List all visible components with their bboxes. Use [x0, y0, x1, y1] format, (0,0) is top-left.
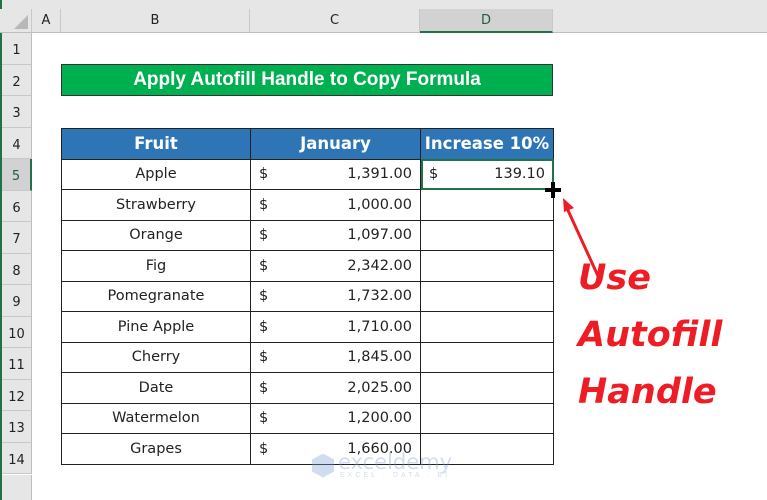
table-row: Apple $1,391.00 $139.10 [61, 158, 554, 190]
column-header-d[interactable]: D [420, 9, 553, 33]
increase-cell[interactable] [420, 372, 554, 404]
january-cell[interactable]: $1,000.00 [250, 189, 421, 221]
watermark-name: exceldemy [338, 450, 453, 474]
january-value: 1,000.00 [347, 196, 412, 213]
january-value: 1,200.00 [347, 410, 412, 427]
arrow-head [563, 198, 574, 212]
increase-cell[interactable] [420, 250, 554, 282]
january-value: 1,710.00 [347, 318, 412, 335]
row-header-8[interactable]: 8 [2, 253, 32, 285]
column-header-blank [553, 9, 767, 33]
january-cell[interactable]: $1,391.00 [250, 158, 421, 190]
currency-symbol: $ [259, 379, 269, 396]
row-header-9[interactable]: 9 [2, 285, 32, 317]
january-cell[interactable]: $2,342.00 [250, 250, 421, 282]
currency-symbol: $ [259, 440, 269, 457]
increase-cell[interactable] [420, 341, 554, 373]
table-row: Fig $2,342.00 [61, 250, 554, 282]
increase-cell[interactable] [420, 280, 554, 312]
column-header-c[interactable]: C [250, 9, 420, 33]
row-header-filler [2, 475, 32, 500]
row-header-5[interactable]: 5 [2, 159, 32, 191]
annotation-line: Use [578, 258, 651, 298]
autofill-handle[interactable] [545, 182, 561, 198]
fruit-cell[interactable]: Apple [61, 158, 251, 190]
row-header-14[interactable]: 14 [2, 442, 32, 474]
toolbar-strip [0, 0, 767, 9]
fruit-table: Fruit January Increase 10% Apple $1,391.0… [61, 128, 554, 465]
header-january[interactable]: January [250, 128, 421, 160]
row-header-10[interactable]: 10 [2, 316, 32, 348]
selected-cell-d5[interactable]: $139.10 [420, 158, 554, 190]
table-row: Pine Apple $1,710.00 [61, 311, 554, 343]
currency-symbol: $ [259, 257, 269, 274]
fruit-cell[interactable]: Grapes [61, 433, 251, 465]
currency-symbol: $ [259, 410, 269, 427]
row-header-7[interactable]: 7 [2, 222, 32, 254]
fruit-cell[interactable]: Pine Apple [61, 311, 251, 343]
fruit-cell[interactable]: Watermelon [61, 402, 251, 434]
currency-symbol: $ [259, 166, 269, 183]
table-header-row: Fruit January Increase 10% [61, 128, 554, 160]
row-header-12[interactable]: 12 [2, 379, 32, 411]
currency-symbol: $ [259, 288, 269, 305]
january-value: 1,391.00 [347, 166, 412, 183]
annotation-line: Handle [578, 372, 717, 412]
row-header-3[interactable]: 3 [2, 96, 32, 128]
table-row: Strawberry $1,000.00 [61, 189, 554, 221]
increase-cell[interactable] [420, 311, 554, 343]
increase-value: 139.10 [494, 166, 545, 183]
fruit-cell[interactable]: Cherry [61, 341, 251, 373]
sheet-title[interactable]: Apply Autofill Handle to Copy Formula [61, 64, 553, 96]
increase-cell[interactable] [420, 189, 554, 221]
january-cell[interactable]: $1,845.00 [250, 341, 421, 373]
january-cell[interactable]: $1,200.00 [250, 402, 421, 434]
fruit-cell[interactable]: Pomegranate [61, 280, 251, 312]
select-all-icon [14, 15, 28, 29]
row-header-11[interactable]: 11 [2, 348, 32, 380]
table-row: Grapes $1,660.00 [61, 433, 554, 465]
row-header-13[interactable]: 13 [2, 411, 32, 443]
january-value: 2,342.00 [347, 257, 412, 274]
january-value: 2,025.00 [347, 379, 412, 396]
currency-symbol: $ [259, 196, 269, 213]
january-cell[interactable]: $1,097.00 [250, 219, 421, 251]
watermark-tagline: EXCEL · DATA · BI [340, 472, 451, 479]
fruit-cell[interactable]: Fig [61, 250, 251, 282]
january-cell[interactable]: $1,710.00 [250, 311, 421, 343]
increase-cell[interactable] [420, 402, 554, 434]
column-header-a[interactable]: A [32, 9, 61, 33]
row-header-2[interactable]: 2 [2, 64, 32, 96]
currency-symbol: $ [259, 318, 269, 335]
january-cell[interactable]: $1,732.00 [250, 280, 421, 312]
row-header-6[interactable]: 6 [2, 190, 32, 222]
header-increase[interactable]: Increase 10% [420, 128, 554, 160]
increase-cell[interactable] [420, 219, 554, 251]
select-all-button[interactable] [0, 9, 32, 33]
fill-cursor-icon-vertical [551, 182, 555, 198]
fruit-cell[interactable]: Date [61, 372, 251, 404]
table-row: Pomegranate $1,732.00 [61, 280, 554, 312]
january-cell[interactable]: $2,025.00 [250, 372, 421, 404]
table-row: Orange $1,097.00 [61, 219, 554, 251]
row-header-1[interactable]: 1 [2, 33, 32, 65]
fruit-cell[interactable]: Strawberry [61, 189, 251, 221]
column-header-b[interactable]: B [61, 9, 250, 33]
currency-symbol: $ [429, 166, 439, 183]
row-header-4[interactable]: 4 [2, 127, 32, 159]
header-fruit[interactable]: Fruit [61, 128, 251, 160]
annotation-text: Use Autofill Handle [578, 250, 722, 421]
table-row: Watermelon $1,200.00 [61, 402, 554, 434]
watermark: exceldemy EXCEL · DATA · BI [312, 452, 452, 479]
january-value: 1,845.00 [347, 349, 412, 366]
january-value: 1,732.00 [347, 288, 412, 305]
january-value: 1,097.00 [347, 227, 412, 244]
logo-icon [312, 453, 334, 478]
table-row: Cherry $1,845.00 [61, 341, 554, 373]
annotation-line: Autofill [578, 315, 723, 355]
currency-symbol: $ [259, 227, 269, 244]
table-row: Date $2,025.00 [61, 372, 554, 404]
fruit-cell[interactable]: Orange [61, 219, 251, 251]
currency-symbol: $ [259, 349, 269, 366]
